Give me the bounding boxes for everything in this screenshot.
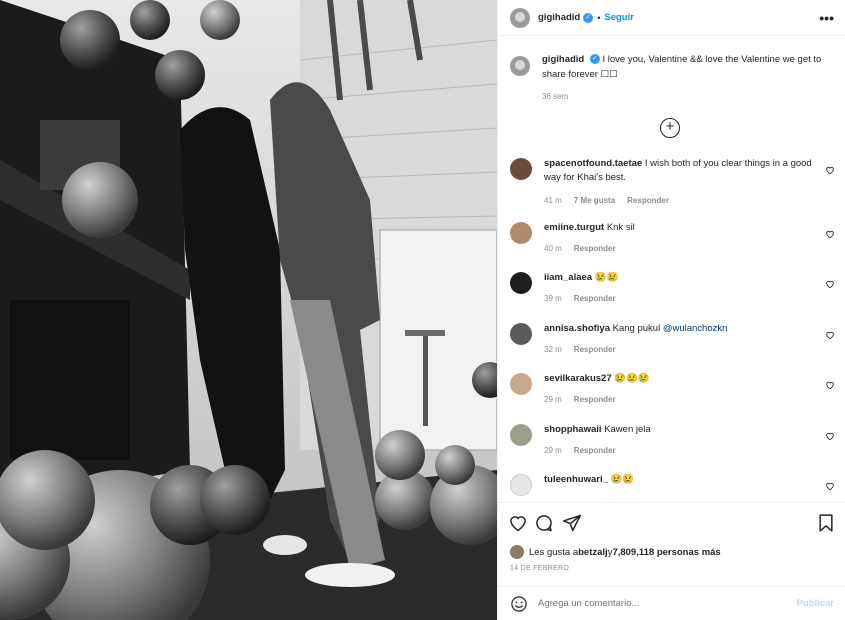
share-icon[interactable] <box>562 513 582 533</box>
likes-count[interactable]: 7,809,118 personas más <box>612 547 720 558</box>
caption-username[interactable]: gigihadid <box>542 54 584 65</box>
comment-text: 😢😢😢 <box>614 373 650 384</box>
like-comment-icon[interactable] <box>825 431 835 441</box>
post-date[interactable]: 14 DE FEBRERO <box>510 565 569 572</box>
reply-button[interactable]: Responder <box>574 446 616 455</box>
post-caption: gigihadid ✓ I love you, Valentine && lov… <box>510 52 835 82</box>
likes-prefix: Les gusta a <box>529 546 579 558</box>
comment-item: emiine.turgut Knk sil 40 m Responder <box>510 221 835 253</box>
comment-text: Kang pukul <box>612 323 663 334</box>
action-bar: Les gusta a betzalj y 7,809,118 personas… <box>498 502 845 586</box>
comment-time[interactable]: 41 m <box>544 196 562 205</box>
load-more-icon[interactable]: + <box>660 118 680 138</box>
comment-time[interactable]: 39 m <box>544 294 562 303</box>
avatar[interactable] <box>510 424 532 446</box>
avatar[interactable] <box>510 323 532 345</box>
comment-time[interactable]: 29 m <box>544 395 562 404</box>
add-comment-bar: Publicar <box>498 586 845 620</box>
comment-username[interactable]: annisa.shofiya <box>544 323 610 334</box>
reply-button[interactable]: Responder <box>574 294 616 303</box>
like-comment-icon[interactable] <box>825 330 835 340</box>
comment-item: sevilkarakus27 😢😢😢 29 m Responder <box>510 372 835 404</box>
like-comment-icon[interactable] <box>825 165 835 175</box>
comment-text: 😢😢 <box>594 272 619 283</box>
comment-item: iiam_alaea 😢😢 39 m Responder <box>510 271 835 303</box>
follow-button[interactable]: Seguir <box>604 12 634 23</box>
verified-icon: ✓ <box>589 54 600 65</box>
comment-username[interactable]: shopphawaii <box>544 424 602 435</box>
comment-text: Kawen jela <box>604 424 651 435</box>
comment-username[interactable]: tuleenhuwari_ <box>544 474 608 485</box>
like-comment-icon[interactable] <box>825 380 835 390</box>
comment-username[interactable]: iiam_alaea <box>544 272 592 283</box>
post-photo-illustration <box>0 0 497 620</box>
likes-user[interactable]: betzalj <box>578 547 608 558</box>
avatar[interactable] <box>510 272 532 294</box>
reply-button[interactable]: Responder <box>627 196 669 205</box>
comment-input[interactable] <box>538 598 778 609</box>
bookmark-icon[interactable] <box>816 513 836 533</box>
reply-button[interactable]: Responder <box>574 395 616 404</box>
post-header: gigihadid ✓ • Seguir ••• <box>498 0 845 36</box>
avatar[interactable] <box>510 545 524 559</box>
caption-text: I love you, Valentine && love the Valent… <box>542 54 822 80</box>
emoji-icon[interactable] <box>510 595 528 613</box>
avatar[interactable] <box>510 7 530 28</box>
comment-item: annisa.shofiya Kang pukul @wulanchozkn 3… <box>510 322 835 354</box>
comment-username[interactable]: spacenotfound.taetae <box>544 158 642 169</box>
reply-button[interactable]: Responder <box>574 244 616 253</box>
separator-dot: • <box>597 12 601 23</box>
post-sidebar: gigihadid ✓ • Seguir ••• gigihadid ✓ I l… <box>497 0 845 620</box>
likes-summary: Les gusta a betzalj y 7,809,118 personas… <box>510 545 721 559</box>
mention-link[interactable]: @wulanchozkn <box>663 323 728 334</box>
post-photo[interactable] <box>0 0 497 620</box>
post-username[interactable]: gigihadid <box>538 12 580 23</box>
like-comment-icon[interactable] <box>825 279 835 289</box>
comment-username[interactable]: emiine.turgut <box>544 222 604 233</box>
comment-username[interactable]: sevilkarakus27 <box>544 373 612 384</box>
reply-button[interactable]: Responder <box>574 345 616 354</box>
verified-icon: ✓ <box>583 12 594 23</box>
avatar[interactable] <box>510 373 532 395</box>
comment-likes[interactable]: 7 Me gusta <box>574 196 615 205</box>
like-comment-icon[interactable] <box>825 229 835 239</box>
comment-item: tuleenhuwari_ 😢😢 <box>510 473 835 496</box>
post-modal: gigihadid ✓ • Seguir ••• gigihadid ✓ I l… <box>0 0 845 620</box>
heart-icon[interactable] <box>508 513 528 533</box>
caption-time[interactable]: 36 sem <box>542 92 568 101</box>
avatar[interactable] <box>510 56 530 76</box>
avatar[interactable] <box>510 474 532 496</box>
comment-time[interactable]: 40 m <box>544 244 562 253</box>
comment-item: spacenotfound.taetae I wish both of you … <box>510 157 835 205</box>
publish-button[interactable]: Publicar <box>797 598 835 609</box>
comment-text: Knk sil <box>606 222 635 233</box>
more-options-icon[interactable]: ••• <box>819 10 834 26</box>
avatar[interactable] <box>510 158 532 180</box>
comment-text: 😢😢 <box>610 474 635 485</box>
like-comment-icon[interactable] <box>825 481 835 491</box>
comment-time[interactable]: 32 m <box>544 345 562 354</box>
avatar[interactable] <box>510 222 532 244</box>
comment-time[interactable]: 29 m <box>544 446 562 455</box>
comment-icon[interactable] <box>534 513 554 533</box>
comment-item: shopphawaii Kawen jela 29 m Responder <box>510 423 835 455</box>
